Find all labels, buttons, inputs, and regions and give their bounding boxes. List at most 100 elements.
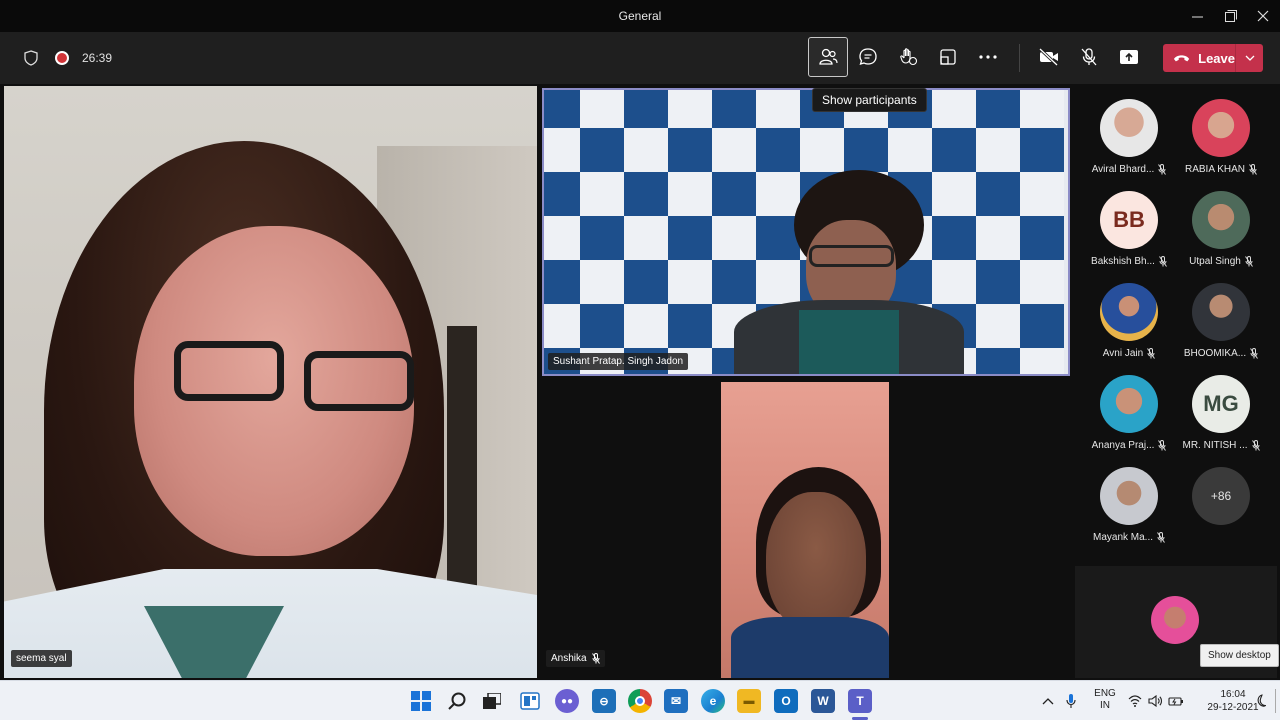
backdrop-tile — [756, 172, 800, 216]
wifi-tray-button[interactable] — [1128, 681, 1142, 720]
notifications-button[interactable] — [1254, 681, 1266, 720]
participant-name-row: Utpal Singh — [1175, 256, 1267, 267]
backdrop-tile — [756, 260, 800, 304]
rooms-button[interactable] — [928, 37, 968, 77]
share-button[interactable] — [1109, 37, 1149, 77]
breakout-rooms-icon — [940, 49, 956, 65]
participant-tile[interactable]: Utpal Singh — [1175, 191, 1267, 279]
backdrop-tile — [580, 304, 624, 348]
participant-avatar — [1100, 375, 1158, 433]
search-button[interactable] — [445, 689, 469, 713]
backdrop-tile — [544, 90, 580, 128]
microphone-tray-button[interactable] — [1066, 681, 1076, 720]
participant-nametag: Sushant Pratap. Singh Jadon — [548, 353, 689, 370]
backdrop-tile — [580, 172, 624, 216]
edge-button[interactable]: e — [701, 689, 725, 713]
video-person-glasses — [304, 351, 414, 411]
windows-taskbar: ●● ⊖ ✉ e ▬ O W T ENG IN 16:04 29-12-2021 — [0, 680, 1280, 720]
volume-tray-button[interactable] — [1148, 681, 1162, 720]
store-app-icon: ⊖ — [599, 695, 609, 708]
participant-tile[interactable]: Mayank Ma... — [1083, 467, 1175, 555]
participant-name-row: Avni Jain — [1083, 348, 1175, 359]
widgets-button[interactable] — [518, 689, 542, 713]
show-hidden-icons-button[interactable] — [1042, 681, 1054, 720]
video-tile-seema[interactable]: seema syal — [4, 86, 537, 678]
phone-hangup-icon — [1173, 55, 1190, 62]
backdrop-tile — [756, 90, 800, 128]
participant-name: MR. NITISH ... — [1182, 440, 1248, 451]
participants-button[interactable] — [808, 37, 848, 77]
teams-chat-button[interactable]: ●● — [555, 689, 579, 713]
backdrop-tile — [932, 128, 976, 172]
backdrop-tile — [976, 304, 1020, 348]
participant-tile[interactable]: MG MR. NITISH ... — [1175, 375, 1267, 463]
participant-tile[interactable]: Avni Jain — [1083, 283, 1175, 371]
video-person-shirt — [799, 310, 899, 374]
participant-tile[interactable]: Aviral Bhard... — [1083, 99, 1175, 187]
chrome-button[interactable] — [628, 689, 652, 713]
participant-avatar — [1100, 467, 1158, 525]
participant-tile[interactable]: BHOOMIKA... — [1175, 283, 1267, 371]
language-indicator[interactable]: ENG IN — [1092, 688, 1118, 712]
mic-muted-icon — [1249, 164, 1257, 175]
camera-button[interactable] — [1029, 37, 1069, 77]
backdrop-tile — [976, 260, 1020, 304]
store-app-button[interactable]: ⊖ — [592, 689, 616, 713]
participant-tile[interactable]: BB Bakshish Bh... — [1083, 191, 1175, 279]
video-person-glasses — [174, 341, 284, 401]
backdrop-tile — [756, 128, 800, 172]
battery-tray-button[interactable] — [1168, 681, 1184, 720]
backdrop-tile — [932, 90, 976, 128]
word-button[interactable]: W — [811, 689, 835, 713]
tooltip-show-desktop: Show desktop — [1200, 644, 1279, 667]
mail-button[interactable]: ✉ — [664, 689, 688, 713]
more-actions-button[interactable] — [968, 37, 1008, 77]
task-view-button[interactable] — [480, 689, 504, 713]
microphone-icon — [1066, 694, 1076, 708]
start-button[interactable] — [409, 689, 433, 713]
backdrop-tile — [580, 216, 624, 260]
more-participants-button[interactable]: +86 — [1175, 467, 1267, 555]
reactions-button[interactable] — [888, 37, 928, 77]
backdrop-tile — [624, 216, 668, 260]
teams-button[interactable]: T — [848, 689, 872, 713]
minimize-button[interactable] — [1180, 0, 1214, 32]
leave-button[interactable]: Leave — [1163, 44, 1263, 72]
file-explorer-button[interactable]: ▬ — [737, 689, 761, 713]
backdrop-tile — [712, 260, 756, 304]
close-icon — [1257, 10, 1269, 22]
backdrop-tile — [624, 304, 668, 348]
backdrop-tile — [976, 172, 1020, 216]
people-icon — [819, 48, 838, 65]
mic-muted-icon — [1158, 440, 1167, 451]
video-tile-sushant[interactable]: Sushant Pratap. Singh Jadon — [542, 88, 1070, 376]
backdrop-tile — [1020, 216, 1064, 260]
more-participants-count: +86 — [1192, 467, 1250, 525]
maximize-button[interactable] — [1214, 0, 1248, 32]
mic-button[interactable] — [1069, 37, 1109, 77]
leave-options-button[interactable] — [1236, 55, 1263, 61]
participant-avatar — [1100, 283, 1158, 341]
meeting-timer: 26:39 — [82, 51, 113, 65]
participant-tile[interactable]: RABIA KHAN — [1175, 99, 1267, 187]
close-button[interactable] — [1246, 0, 1280, 32]
show-desktop-strip[interactable] — [1275, 689, 1276, 713]
backdrop-tile — [544, 216, 580, 260]
video-person-jacket — [731, 617, 889, 678]
backdrop-tile — [976, 216, 1020, 260]
participant-name-row: Ananya Praj... — [1083, 440, 1175, 451]
backdrop-tile — [1020, 172, 1064, 216]
mail-icon: ✉ — [670, 694, 682, 708]
chat-button[interactable] — [848, 37, 888, 77]
outlook-button[interactable]: O — [774, 689, 798, 713]
system-clock[interactable]: 16:04 29-12-2021 — [1206, 688, 1260, 714]
backdrop-tile — [1020, 90, 1064, 128]
participant-tile[interactable]: Ananya Praj... — [1083, 375, 1175, 463]
recording-indicator — [55, 51, 69, 65]
video-background-door — [447, 326, 477, 586]
video-tile-anshika[interactable] — [721, 382, 889, 678]
participant-name: BHOOMIKA... — [1183, 348, 1247, 359]
share-screen-icon — [1120, 50, 1138, 64]
clock-time: 16:04 — [1220, 689, 1246, 700]
camera-off-icon — [1038, 48, 1059, 66]
